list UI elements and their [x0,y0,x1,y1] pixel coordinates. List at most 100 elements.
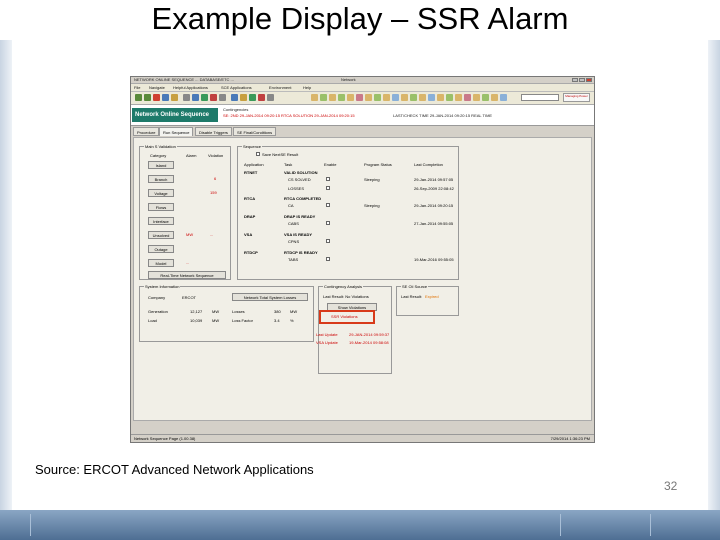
company-value: ERCOT [182,295,196,300]
losses-unit: MW [290,309,298,314]
page-title: Network Online Sequence [132,108,218,122]
category-model-button[interactable]: Model [148,259,174,267]
display-tab-icon-16[interactable] [446,94,453,101]
back-icon[interactable] [135,94,142,101]
settings-icon[interactable] [219,94,226,101]
enable-checkbox-rtca[interactable] [326,203,330,207]
tab-procedure[interactable]: Procedure [133,127,160,136]
seq-app-rtnet: RTNET [244,170,258,175]
enable-checkbox-rtdcp[interactable] [326,257,330,261]
seq-task-rtdcp: RTDCP IS READY [284,250,318,255]
category-voltage-button[interactable]: Voltage [148,189,174,197]
menu-item-file[interactable]: File [134,85,140,90]
company-label: Company [148,295,166,300]
seq-app-rtdcp: RTDCP [244,250,258,255]
col-program-status: Program Status [364,162,392,167]
col-enable: Enable [324,162,337,167]
app-icon-5[interactable] [267,94,274,101]
status-bar-right: 7/29/2014 1:36:23 PM [550,436,590,441]
display-tab-icon-11[interactable] [401,94,408,101]
display-tab-icon-5[interactable] [347,94,354,101]
contingency-label: Contingency Analysis [323,284,364,289]
breadcrumb[interactable]: Contingencies [223,107,248,112]
vsa-update-value: 19-Mar-2014 09:58:08 [349,340,389,345]
main-panel: Main S Validation Category Alarm Violati… [133,137,592,421]
menu-item-environment[interactable]: Environment [269,85,291,90]
display-tab-icon-22[interactable] [500,94,507,101]
enable-checkbox-vsa[interactable] [326,239,330,243]
display-tab-icon-13[interactable] [419,94,426,101]
nav-band: Network Online Sequence Contingencies SE… [131,105,594,126]
system-info-group: System Information Company ERCOT Network… [139,284,314,342]
seq-app-rtca: RTCA [244,196,256,201]
display-icon[interactable] [201,94,208,101]
network-losses-button[interactable]: Network Total System Losses [232,293,308,301]
refresh-icon[interactable] [162,94,169,101]
main-status-label: Main S Validation [144,144,177,149]
display-tab-icon-1[interactable] [311,94,318,101]
last-result: Last Result: No Violations [323,294,369,299]
app-icon-4[interactable] [258,94,265,101]
alarm-icon[interactable] [210,94,217,101]
category-branch-button[interactable]: Branch [148,175,174,183]
display-tab-icon-20[interactable] [482,94,489,101]
app-icon-3[interactable] [249,94,256,101]
display-tab-icon-10[interactable] [392,94,399,101]
menu-item-help[interactable]: Help [303,85,311,90]
category-unsolved-button[interactable]: Unsolved [148,231,174,239]
tab-se-final-conditions[interactable]: SE Final/Conditions [233,127,277,136]
save-result-checkbox[interactable] [256,152,260,156]
app-icon-1[interactable] [231,94,238,101]
category-interface-button[interactable]: Interface [148,217,174,225]
seq-status-rtnet: Sleeping [364,177,380,182]
display-tab-icon-12[interactable] [410,94,417,101]
display-tab-icon-6[interactable] [356,94,363,101]
menu-item-helpful[interactable]: Helpful Applications [173,85,208,90]
app-icon-2[interactable] [240,94,247,101]
enable-checkbox-rtnet[interactable] [326,177,330,181]
display-tab-icon-21[interactable] [491,94,498,101]
display-tab-icon-7[interactable] [365,94,372,101]
display-tab-icon-14[interactable] [428,94,435,101]
category-outage-button[interactable]: Outage [148,245,174,253]
stop-icon[interactable] [153,94,160,101]
enable-checkbox-drap[interactable] [326,221,330,225]
ssr-alarm-highlight [319,310,375,324]
menu-item-navigate[interactable]: Navigate [149,85,165,90]
address-input[interactable] [521,94,559,101]
loss-factor-unit: % [290,318,294,323]
unsolved-alarm: MW [186,232,194,237]
realtime-sequence-button[interactable]: Real-Time Network Sequence [148,271,226,279]
display-tab-icon-9[interactable] [383,94,390,101]
seq-task-drap: DRAP IS READY [284,214,316,219]
display-tab-icon-15[interactable] [437,94,444,101]
home-icon[interactable] [171,94,178,101]
tab-run-sequence[interactable]: Run Sequence [159,127,194,136]
load-label: Load [148,318,157,323]
forward-icon[interactable] [144,94,151,101]
display-tab-icon-19[interactable] [473,94,480,101]
save-result-label: Save NextSE Result [262,152,299,157]
display-tab-icon-4[interactable] [338,94,345,101]
brand-logo: Managing Power [563,93,590,102]
close-icon[interactable] [586,78,592,82]
enable-checkbox-losses[interactable] [326,186,330,190]
display-tab-icon-17[interactable] [455,94,462,101]
category-flows-button[interactable]: Flows [148,203,174,211]
minimize-icon[interactable] [572,78,578,82]
display-tab-icon-18[interactable] [464,94,471,101]
print-icon[interactable] [183,94,190,101]
search-icon[interactable] [192,94,199,101]
menu-item-sce[interactable]: SCE Applications [221,85,252,90]
tab-disable-triggers[interactable]: Disable Triggers [195,127,232,136]
display-tab-icon-8[interactable] [374,94,381,101]
last-update-label: Last Update [316,332,338,337]
seq-app-vsa: VSA [244,232,253,237]
col-last-completion: Last Completion [414,162,443,167]
display-tab-icon-3[interactable] [329,94,336,101]
display-tab-icon-2[interactable] [320,94,327,101]
seq-task-rtca: RTCA COMPLETED [284,196,322,201]
maximize-icon[interactable] [579,78,585,82]
category-island-button[interactable]: Island [148,161,174,169]
footer-divider [650,514,651,536]
